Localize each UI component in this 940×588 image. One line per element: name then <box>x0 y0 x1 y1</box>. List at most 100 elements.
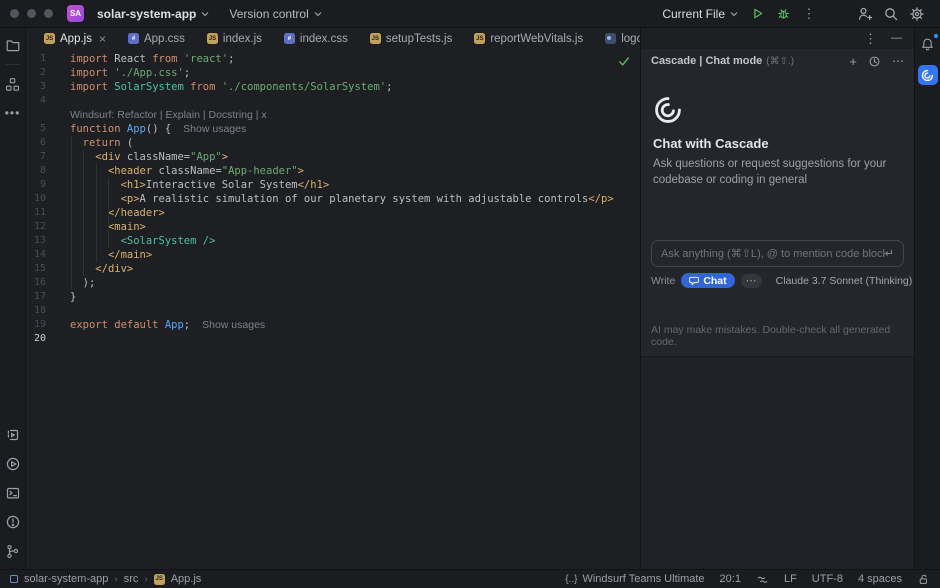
hide-panel-button[interactable]: — <box>891 33 902 44</box>
code-line[interactable]: 9 <h1>Interactive Solar System</h1> <box>26 178 640 192</box>
editor-tab[interactable]: JS App.js × <box>33 28 117 49</box>
module-icon <box>10 575 18 583</box>
line-number: 15 <box>26 262 70 276</box>
code-line[interactable]: 20 <box>26 332 640 346</box>
lock-open-icon[interactable] <box>917 573 930 586</box>
code-line[interactable]: 13 <SolarSystem /> <box>26 234 640 248</box>
sidebar-divider <box>6 64 20 65</box>
breadcrumb-src[interactable]: src <box>124 573 139 585</box>
project-tool-button[interactable] <box>3 35 23 55</box>
project-name: solar-system-app <box>97 7 196 21</box>
line-number: 6 <box>26 136 70 150</box>
windsurf-plan-widget[interactable]: {..} Windsurf Teams Ultimate <box>565 573 704 585</box>
problems-tool-button[interactable] <box>3 512 23 532</box>
window-zoom-button[interactable] <box>44 9 53 18</box>
code-line[interactable]: 18 <box>26 304 640 318</box>
code-line[interactable]: 14 </main> <box>26 248 640 262</box>
window-close-button[interactable] <box>10 9 19 18</box>
run-configuration-selector[interactable]: Current File <box>656 4 744 24</box>
code-line[interactable]: 12 <main> <box>26 220 640 234</box>
cascade-panel-titlebar: ⋮ — <box>641 28 914 49</box>
file-type-icon <box>605 33 616 44</box>
services-icon <box>5 427 21 443</box>
run-tool-button[interactable] <box>3 454 23 474</box>
editor-tab[interactable]: # App.css <box>117 28 196 49</box>
line-number: 9 <box>26 178 70 192</box>
status-bar: solar-system-app › src › JS App.js {..} … <box>0 569 940 588</box>
window-minimize-button[interactable] <box>27 9 36 18</box>
terminal-tool-button[interactable] <box>3 483 23 503</box>
code-line[interactable]: 3import SolarSystem from './components/S… <box>26 80 640 94</box>
settings-button[interactable] <box>904 3 930 25</box>
code-line[interactable]: 1import React from 'react'; <box>26 52 640 66</box>
terminal-icon <box>5 485 21 501</box>
model-selector[interactable]: Claude 3.7 Sonnet (Thinking) <box>776 275 925 287</box>
version-control-tool-button[interactable] <box>3 541 23 561</box>
chevron-down-icon <box>201 10 209 18</box>
mode-chat-button[interactable]: Chat <box>681 273 734 288</box>
encoding-widget[interactable]: UTF-8 <box>812 573 843 585</box>
panel-options-button[interactable]: ⋮ <box>864 31 877 47</box>
line-number: 16 <box>26 276 70 290</box>
mode-write-button[interactable]: Write <box>651 275 675 287</box>
file-type-icon: # <box>128 33 139 44</box>
inspections-status[interactable] <box>618 55 630 67</box>
code-inlay-row[interactable]: Windsurf: Refactor | Explain | Docstring… <box>26 108 640 122</box>
mode-more-button[interactable]: ⋯ <box>741 274 762 288</box>
code-line[interactable]: 16 ); <box>26 276 640 290</box>
new-chat-button[interactable]: + <box>849 55 857 68</box>
chat-input[interactable] <box>661 248 885 260</box>
more-tool-windows-button[interactable]: ••• <box>3 103 23 123</box>
project-selector[interactable]: solar-system-app <box>91 4 215 24</box>
editor-tab[interactable]: JS setupTests.js <box>359 28 463 49</box>
code-line[interactable]: 6 return ( <box>26 136 640 150</box>
problems-icon <box>5 514 21 530</box>
code-line[interactable]: 17} <box>26 290 640 304</box>
code-line[interactable]: 15 </div> <box>26 262 640 276</box>
panel-more-button[interactable]: ⋯ <box>892 55 904 67</box>
code-with-me-button[interactable] <box>852 3 878 25</box>
structure-tool-button[interactable] <box>3 74 23 94</box>
line-separator-widget[interactable]: LF <box>784 573 797 585</box>
code-line[interactable]: 5function App() {Show usages <box>26 122 640 136</box>
code-text: </div> <box>70 262 133 276</box>
more-actions-button[interactable]: ⋮ <box>796 3 822 25</box>
indent-guide <box>108 178 109 248</box>
windsurf-actions-inlay[interactable]: Windsurf: Refactor | Explain | Docstring… <box>70 109 267 121</box>
code-line[interactable]: 19export default App;Show usages <box>26 318 640 332</box>
code-line[interactable]: 4 <box>26 94 640 108</box>
run-button[interactable] <box>744 3 770 25</box>
notifications-button[interactable] <box>918 34 938 54</box>
squiggle-status-icon[interactable] <box>756 573 769 586</box>
plan-label: Windsurf Teams Ultimate <box>582 573 704 585</box>
code-text: } <box>70 290 76 304</box>
version-control-menu[interactable]: Version control <box>223 4 327 24</box>
services-tool-button[interactable] <box>3 425 23 445</box>
history-icon[interactable] <box>868 55 881 68</box>
right-activity-bar <box>914 28 940 569</box>
code-line[interactable]: 10 <p>A realistic simulation of our plan… <box>26 192 640 206</box>
line-number: 18 <box>26 304 70 318</box>
cascade-tool-button[interactable] <box>918 65 938 85</box>
show-usages-hint[interactable]: Show usages <box>183 123 246 135</box>
more-icon: ••• <box>5 106 21 120</box>
line-number: 14 <box>26 248 70 262</box>
editor-tab[interactable]: JS reportWebVitals.js <box>463 28 594 49</box>
search-everywhere-button[interactable] <box>878 3 904 25</box>
code-line[interactable]: 2import './App.css'; <box>26 66 640 80</box>
breadcrumb-project[interactable]: solar-system-app <box>24 573 108 585</box>
editor-tab[interactable]: # index.css <box>273 28 359 49</box>
show-usages-hint[interactable]: Show usages <box>202 319 265 331</box>
editor-tab[interactable]: JS index.js <box>196 28 273 49</box>
code-line[interactable]: 8 <header className="App-header"> <box>26 164 640 178</box>
indent-widget[interactable]: 4 spaces <box>858 573 902 585</box>
ai-disclaimer: AI may make mistakes. Double-check all g… <box>651 324 904 348</box>
breadcrumb-file[interactable]: App.js <box>171 573 202 585</box>
code-editor[interactable]: 1import React from 'react';2import './Ap… <box>26 49 640 569</box>
close-tab-icon[interactable]: × <box>99 33 106 45</box>
code-line[interactable]: 11 </header> <box>26 206 640 220</box>
code-line[interactable]: 7 <div className="App"> <box>26 150 640 164</box>
debug-button[interactable] <box>770 3 796 25</box>
chevron-down-icon <box>730 10 738 18</box>
caret-position-widget[interactable]: 20:1 <box>720 573 741 585</box>
